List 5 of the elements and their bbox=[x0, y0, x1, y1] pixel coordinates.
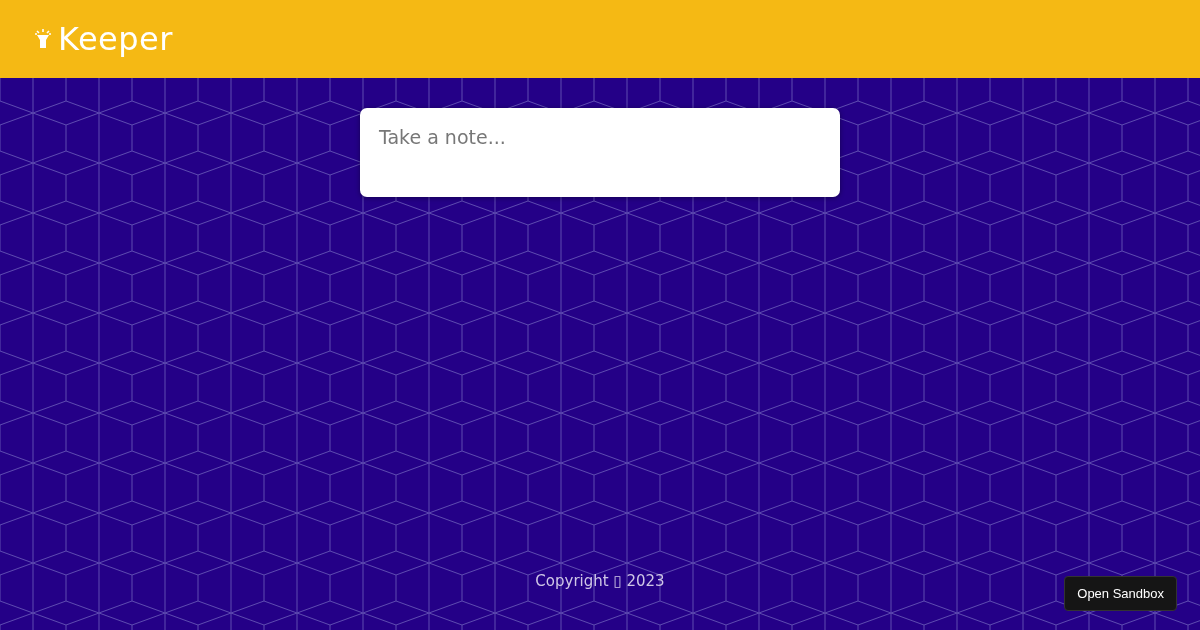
copyright-text: Copyright ▯ 2023 bbox=[535, 572, 665, 590]
flashlight-icon bbox=[34, 29, 52, 49]
note-input-field[interactable]: Take a note... bbox=[360, 108, 840, 197]
open-sandbox-button[interactable]: Open Sandbox bbox=[1064, 576, 1177, 611]
app-title: Keeper bbox=[58, 20, 173, 58]
